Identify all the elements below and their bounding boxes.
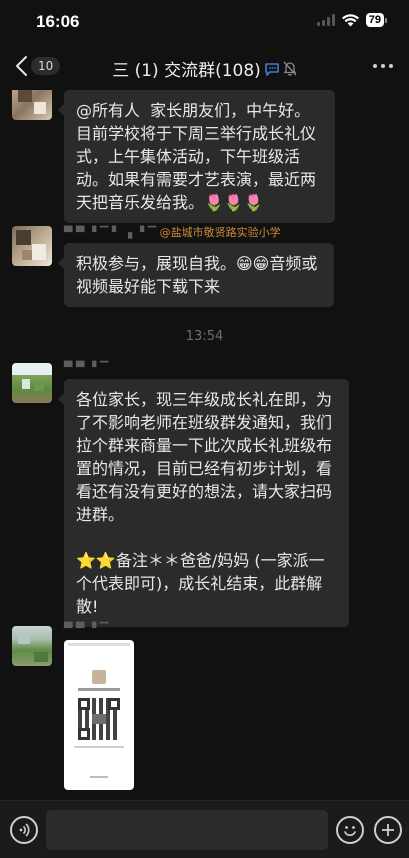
sender-org-tag: @盐城市敬贤路实验小学 [159,226,281,239]
sender-name: ▀ ▀ ▝ ▔ ▘ ▗ ▝ ▔ @盐城市敬贤路实验小学 [64,226,281,239]
battery-tip [385,17,387,23]
message-list[interactable]: @所有人 家长朋友们，中午好。目前学校将于下周三举行成长礼仪式，上午集体活动，下… [0,90,409,800]
message-bubble[interactable]: 各位家长，现三年级成长礼在即，为了不影响老师在班级群发通知，我们拉个群来商量一下… [58,379,349,627]
message-input-bar [0,800,409,858]
emoji-icon[interactable] [336,816,364,844]
group-avatar-thumbnail [92,670,106,684]
status-time: 16:06 [36,12,80,31]
status-indicators: 79 [316,13,387,27]
qr-code-icon [78,698,120,740]
avatar[interactable] [12,363,52,403]
avatar[interactable] [12,90,52,120]
bell-muted-icon [283,61,297,76]
message-timestamp: 13:54 [185,329,224,344]
more-dots-icon[interactable] [373,64,393,68]
avatar[interactable] [12,626,52,666]
qr-caption-line [74,746,124,748]
group-name-line [78,688,120,691]
message-bubble[interactable]: 积极参与，展现自我。😁😁音频或视频最好能下载下来 [58,243,334,307]
screenshot-status-row [68,643,130,646]
message-text-input[interactable] [46,810,328,850]
qr-footer-line [90,776,108,778]
chat-title: 三 (1) 交流群(108) [112,61,261,81]
plus-icon[interactable] [374,816,402,844]
chat-header: 10 三 (1) 交流群(108) [0,44,409,90]
avatar[interactable] [12,226,52,266]
qr-code-image-message[interactable] [64,640,134,790]
message-bubble[interactable]: @所有人 家长朋友们，中午好。目前学校将于下周三举行成长礼仪式，上午集体活动，下… [58,90,335,223]
cellular-signal-icon [316,14,335,26]
battery-indicator: 79 [365,13,384,27]
chat-title-area[interactable]: 三 (1) 交流群(108) [0,56,409,81]
chat-bubble-icon [264,62,279,76]
status-bar: 16:06 79 [0,0,409,44]
wifi-icon [341,13,359,26]
sender-name: ▀ ▀ ▝ ▔ [64,622,109,635]
sender-name: ▀ ▀ ▝ ▔ [64,361,109,374]
voice-icon[interactable] [10,816,38,844]
